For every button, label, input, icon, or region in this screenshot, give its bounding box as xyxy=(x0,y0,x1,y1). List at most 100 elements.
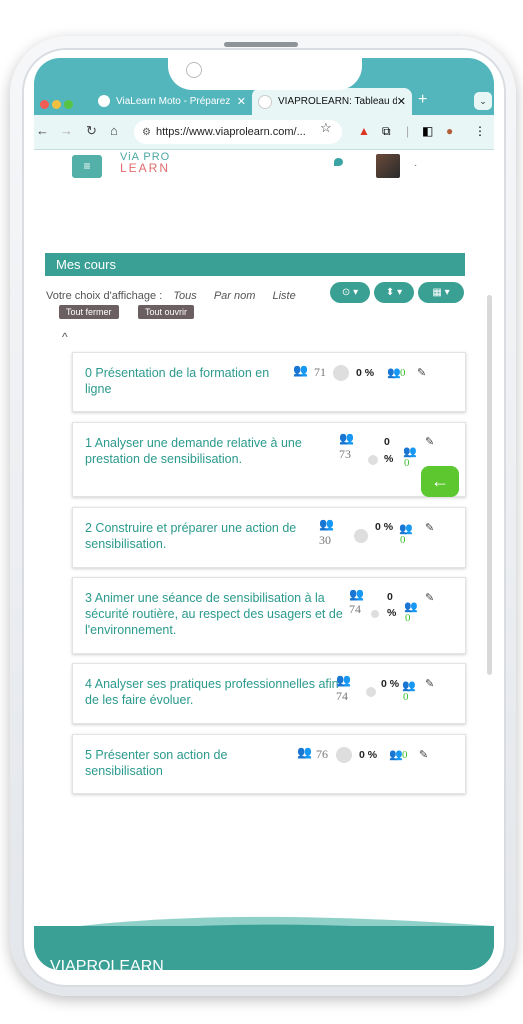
course-title[interactable]: 2 Construire et préparer une action de s… xyxy=(85,520,317,552)
chat-icon[interactable] xyxy=(334,158,343,166)
pencil-icon[interactable]: ✎ xyxy=(417,366,426,379)
progress-percent-symbol: % xyxy=(387,607,397,619)
minimize-window-dot[interactable] xyxy=(52,100,61,109)
hand-favicon-icon xyxy=(258,94,272,109)
enrolled-count: 74 xyxy=(349,602,361,616)
users-icon: 👥 xyxy=(339,431,354,445)
progress-circle xyxy=(336,747,352,763)
address-toolbar: ← → ↻ ⌂ ⚙ https://www.viaprolearn.com/..… xyxy=(34,115,494,150)
course-title[interactable]: 1 Analyser une demande relative à une pr… xyxy=(85,435,325,467)
sort-progress-dropdown[interactable]: ⊙ ▾ xyxy=(330,282,370,303)
avatar[interactable] xyxy=(376,154,400,178)
pencil-icon[interactable]: ✎ xyxy=(419,748,428,761)
user-menu-dot[interactable]: · xyxy=(414,160,417,171)
progress-percent: 0 % xyxy=(356,367,375,379)
progress-circle xyxy=(333,365,349,381)
close-icon[interactable]: ✕ xyxy=(397,95,406,108)
course-card[interactable]: 3 Animer une séance de sensibilisation à… xyxy=(72,577,466,654)
display-choice-label: Votre choix d'affichage : xyxy=(46,290,163,302)
option-list[interactable]: Liste xyxy=(272,290,295,302)
progress-percent: 0 % xyxy=(375,521,394,533)
reload-icon[interactable]: ↻ xyxy=(86,123,97,139)
pencil-icon[interactable]: ✎ xyxy=(425,677,434,690)
enrolled-count: 73 xyxy=(339,447,351,461)
completed-count: 0 xyxy=(400,367,406,379)
collapse-all-button[interactable]: Tout fermer xyxy=(59,305,119,319)
view-grid-dropdown[interactable]: ▦ ▾ xyxy=(418,282,464,303)
viaprolearn-logo[interactable]: ViA PRO LEARN xyxy=(120,152,171,175)
hamburger-menu-button[interactable]: ≡ xyxy=(72,155,102,178)
users-icon: 👥 xyxy=(297,745,312,759)
enrolled-count: 30 xyxy=(319,533,331,547)
new-tab-button[interactable]: + xyxy=(418,91,427,109)
camera-icon xyxy=(186,62,202,78)
site-settings-icon[interactable]: ⚙ xyxy=(142,127,151,138)
logo-line2: LEARN xyxy=(120,161,171,175)
footer: VIAPROLEARN xyxy=(34,926,494,970)
home-icon[interactable]: ⌂ xyxy=(110,123,118,138)
tab-viaprolearn[interactable]: VIAPROLEARN: Tableau de ✕ xyxy=(252,88,412,115)
close-window-dot[interactable] xyxy=(40,100,49,109)
page-content: ≡ ViA PRO LEARN · Mes cours Votre choix … xyxy=(34,150,494,970)
extensions-puzzle-icon[interactable]: ⧉ xyxy=(382,124,391,139)
users-green-icon: 👥 xyxy=(389,749,403,761)
course-card[interactable]: 2 Construire et préparer une action de s… xyxy=(72,507,466,568)
progress-percent: 0 % xyxy=(381,678,400,690)
pdf-extension-icon[interactable]: ▲ xyxy=(358,124,370,138)
expand-all-button[interactable]: Tout ouvrir xyxy=(138,305,195,319)
users-icon: 👥 xyxy=(293,363,308,377)
progress-circle xyxy=(354,529,368,543)
course-card[interactable]: 1 Analyser une demande relative à une pr… xyxy=(72,422,466,497)
completed-count: 0 xyxy=(403,691,409,703)
completed-count: 0 xyxy=(405,612,411,624)
close-icon[interactable]: ✕ xyxy=(237,95,246,108)
course-title[interactable]: 0 Présentation de la formation en ligne xyxy=(85,365,295,397)
course-title[interactable]: 5 Présenter son action de sensibilisatio… xyxy=(85,747,285,779)
footer-brand: VIAPROLEARN xyxy=(50,958,164,970)
more-menu-icon[interactable]: ⋮ xyxy=(474,124,486,138)
option-by-name[interactable]: Par nom xyxy=(214,290,256,302)
tab-title: VIAPROLEARN: Tableau de xyxy=(278,96,397,107)
pencil-icon[interactable]: ✎ xyxy=(425,521,434,534)
progress-circle xyxy=(371,610,379,618)
divider: | xyxy=(406,124,410,138)
forward-arrow-icon[interactable]: → xyxy=(60,123,73,138)
url-bar[interactable]: ⚙ https://www.viaprolearn.com/... xyxy=(134,120,342,144)
pencil-icon[interactable]: ✎ xyxy=(425,435,434,448)
course-title[interactable]: 4 Analyser ses pratiques professionnelle… xyxy=(85,676,339,708)
users-icon: 👥 xyxy=(349,587,364,601)
progress-percent: 0 xyxy=(387,591,393,603)
sort-order-dropdown[interactable]: ⬍ ▾ xyxy=(374,282,414,303)
back-arrow-button[interactable]: ← xyxy=(421,466,459,497)
option-all[interactable]: Tous xyxy=(173,290,196,302)
display-choice-row: Votre choix d'affichage : Tous Par nom L… xyxy=(46,290,296,302)
progress-percent-symbol: % xyxy=(384,453,394,465)
completed-count: 0 xyxy=(402,749,408,761)
scrollbar[interactable] xyxy=(487,295,492,675)
users-icon: 👥 xyxy=(336,673,351,687)
pencil-icon[interactable]: ✎ xyxy=(425,591,434,604)
chevron-up-icon[interactable]: ^ xyxy=(62,330,68,344)
sidepanel-icon[interactable]: ◧ xyxy=(422,124,433,138)
enrolled-count: 71 xyxy=(314,365,326,379)
course-card[interactable]: 4 Analyser ses pratiques professionnelle… xyxy=(72,663,466,724)
moto-favicon-icon xyxy=(98,95,110,107)
course-title[interactable]: 3 Animer une séance de sensibilisation à… xyxy=(85,590,350,638)
course-card[interactable]: 5 Présenter son action de sensibilisatio… xyxy=(72,734,466,794)
enrolled-count: 76 xyxy=(316,747,328,761)
profile-avatar-icon[interactable]: ● xyxy=(446,124,453,138)
section-title: Mes cours xyxy=(45,253,465,276)
tab-search-button[interactable]: ⌄ xyxy=(474,92,492,110)
bookmark-star-icon[interactable]: ☆ xyxy=(320,120,332,136)
enrolled-count: 74 xyxy=(336,689,348,703)
tab-vialearn-moto[interactable]: ViaLearn Moto - Préparez ✕ xyxy=(92,90,252,112)
tab-title: ViaLearn Moto - Préparez xyxy=(116,95,231,107)
progress-circle xyxy=(366,687,376,697)
course-card[interactable]: 0 Présentation de la formation en ligne … xyxy=(72,352,466,412)
back-arrow-icon[interactable]: ← xyxy=(36,123,49,138)
url-text: https://www.viaprolearn.com/... xyxy=(155,126,306,138)
completed-count: 0 xyxy=(400,534,406,546)
maximize-window-dot[interactable] xyxy=(64,100,73,109)
users-green-icon: 👥 xyxy=(387,367,401,379)
users-icon: 👥 xyxy=(319,517,334,531)
